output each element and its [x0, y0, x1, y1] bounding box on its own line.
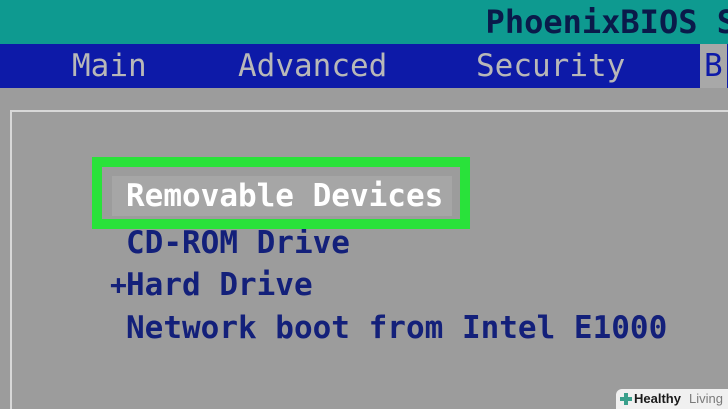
menu-bar: Main Advanced Security B	[0, 44, 728, 88]
boot-item-hard-drive[interactable]: Hard Drive	[126, 265, 313, 305]
tab-security[interactable]: Security	[476, 44, 625, 88]
bios-title: PhoenixBIOS S	[485, 3, 728, 41]
watermark: Healthy Living	[616, 389, 728, 409]
watermark-text-healthy: Healthy	[634, 391, 681, 406]
tab-boot[interactable]: B	[700, 44, 727, 88]
watermark-text-living: Living	[689, 391, 723, 406]
boot-panel	[10, 110, 728, 409]
tab-advanced[interactable]: Advanced	[238, 44, 387, 88]
bios-title-bar: PhoenixBIOS S	[0, 0, 728, 44]
selection-highlight	[92, 157, 470, 229]
boot-item-network[interactable]: Network boot from Intel E1000	[126, 308, 667, 348]
plus-icon	[620, 393, 632, 405]
boot-item-cdrom[interactable]: CD-ROM Drive	[126, 223, 350, 263]
expand-indicator: +	[110, 268, 127, 301]
tab-main[interactable]: Main	[72, 44, 147, 88]
